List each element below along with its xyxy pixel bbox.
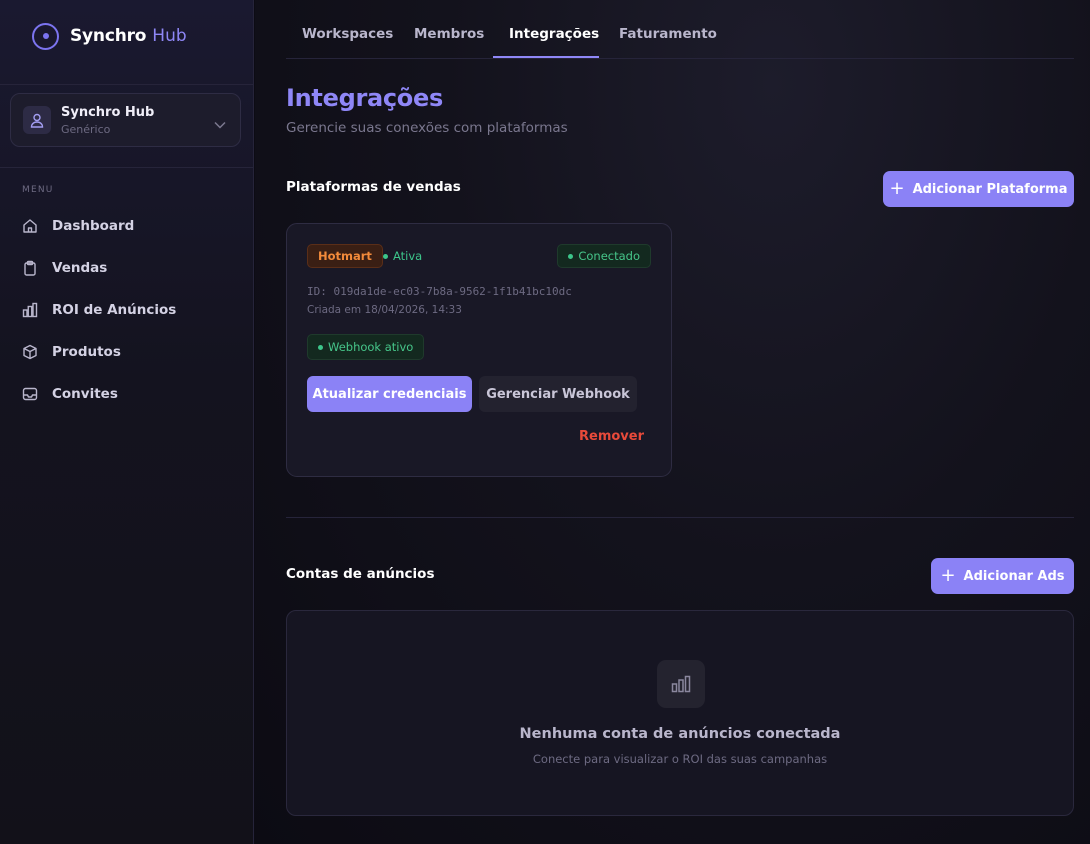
platform-card: Hotmart Ativa Conectado ID: 019da1de-ec0… <box>286 223 672 477</box>
webhook-badge: Webhook ativo <box>307 334 425 360</box>
logo-icon <box>32 22 59 50</box>
connection-label: Conectado <box>578 249 640 263</box>
sidebar-divider <box>0 84 254 85</box>
sidebar-divider <box>0 167 254 168</box>
active-tab-indicator <box>493 56 599 58</box>
sidebar-item-label: Vendas <box>52 260 108 276</box>
connection-badge: Conectado <box>557 244 651 268</box>
platform-badge: Hotmart <box>307 244 383 268</box>
clipboard-icon <box>24 260 36 276</box>
inbox-icon <box>22 387 38 401</box>
add-ads-label: Adicionar Ads <box>963 568 1065 584</box>
menu-label: MENU <box>22 185 54 195</box>
integration-id: ID: 019da1de-ec03-7b8a-9562-1f1b41bc10dc <box>307 285 572 298</box>
sidebar-item-label: Produtos <box>52 344 121 360</box>
status-label: Ativa <box>393 249 423 263</box>
ads-empty-state: Nenhuma conta de anúncios conectada Cone… <box>286 610 1074 816</box>
workspace-name: Synchro Hub <box>61 104 155 120</box>
workspace-subtitle: Genérico <box>61 122 111 136</box>
status-dot-icon <box>383 253 388 259</box>
brand-suffix: Hub <box>152 26 187 46</box>
sidebar-item-convites[interactable]: Convites <box>22 383 118 405</box>
bar-chart-icon <box>22 302 38 318</box>
sales-section-title: Plataformas de vendas <box>286 179 461 195</box>
brand-logo[interactable]: Synchro Hub <box>32 22 187 50</box>
brand-name: Synchro <box>70 26 147 46</box>
status-badge: Ativa <box>383 249 422 263</box>
add-platform-label: Adicionar Plataforma <box>912 181 1068 197</box>
webhook-label: Webhook ativo <box>328 340 414 354</box>
home-icon <box>23 219 37 233</box>
tab-integracoes[interactable]: Integrações <box>509 26 599 42</box>
page-title: Integrações <box>286 84 443 112</box>
status-dot-icon <box>568 253 574 259</box>
sidebar-item-label: Dashboard <box>52 218 135 234</box>
plus-icon: + <box>889 178 905 199</box>
sidebar-item-vendas[interactable]: Vendas <box>22 257 107 279</box>
user-icon <box>23 106 51 134</box>
page-subtitle: Gerencie suas conexões com plataformas <box>286 120 568 136</box>
bar-chart-icon <box>657 660 705 708</box>
update-credentials-button[interactable]: Atualizar credenciais <box>307 376 472 412</box>
sidebar-item-label: ROI de Anúncios <box>52 302 177 318</box>
tab-membros[interactable]: Membros <box>414 26 484 42</box>
sidebar-item-roi[interactable]: ROI de Anúncios <box>22 299 176 321</box>
main-content: Workspaces Membros Integrações Faturamen… <box>255 0 1090 844</box>
section-divider <box>286 517 1074 518</box>
tab-workspaces[interactable]: Workspaces <box>302 26 393 42</box>
tab-bar: Workspaces Membros Integrações Faturamen… <box>286 0 1074 59</box>
add-platform-button[interactable]: + Adicionar Plataforma <box>883 171 1074 207</box>
chevron-down-icon <box>214 114 226 133</box>
sidebar-item-dashboard[interactable]: Dashboard <box>22 215 134 237</box>
add-ads-button[interactable]: + Adicionar Ads <box>931 558 1074 594</box>
created-date: Criada em 18/04/2026, 14:33 <box>307 304 462 316</box>
status-dot-icon <box>318 344 323 350</box>
remove-button[interactable]: Remover <box>579 429 644 444</box>
sidebar-item-produtos[interactable]: Produtos <box>22 341 121 363</box>
empty-state-subtitle: Conecte para visualizar o ROI das suas c… <box>532 752 828 766</box>
ads-section-title: Contas de anúncios <box>286 566 435 582</box>
plus-icon: + <box>940 565 956 586</box>
box-icon <box>23 344 37 360</box>
sidebar-item-label: Convites <box>52 386 118 402</box>
sidebar: Synchro Hub Synchro Hub Genérico MENU Da… <box>0 0 254 844</box>
empty-state-title: Nenhuma conta de anúncios conectada <box>519 726 841 742</box>
tab-faturamento[interactable]: Faturamento <box>619 26 717 42</box>
manage-webhook-button[interactable]: Gerenciar Webhook <box>479 376 637 412</box>
workspace-switcher[interactable]: Synchro Hub Genérico <box>10 93 241 147</box>
